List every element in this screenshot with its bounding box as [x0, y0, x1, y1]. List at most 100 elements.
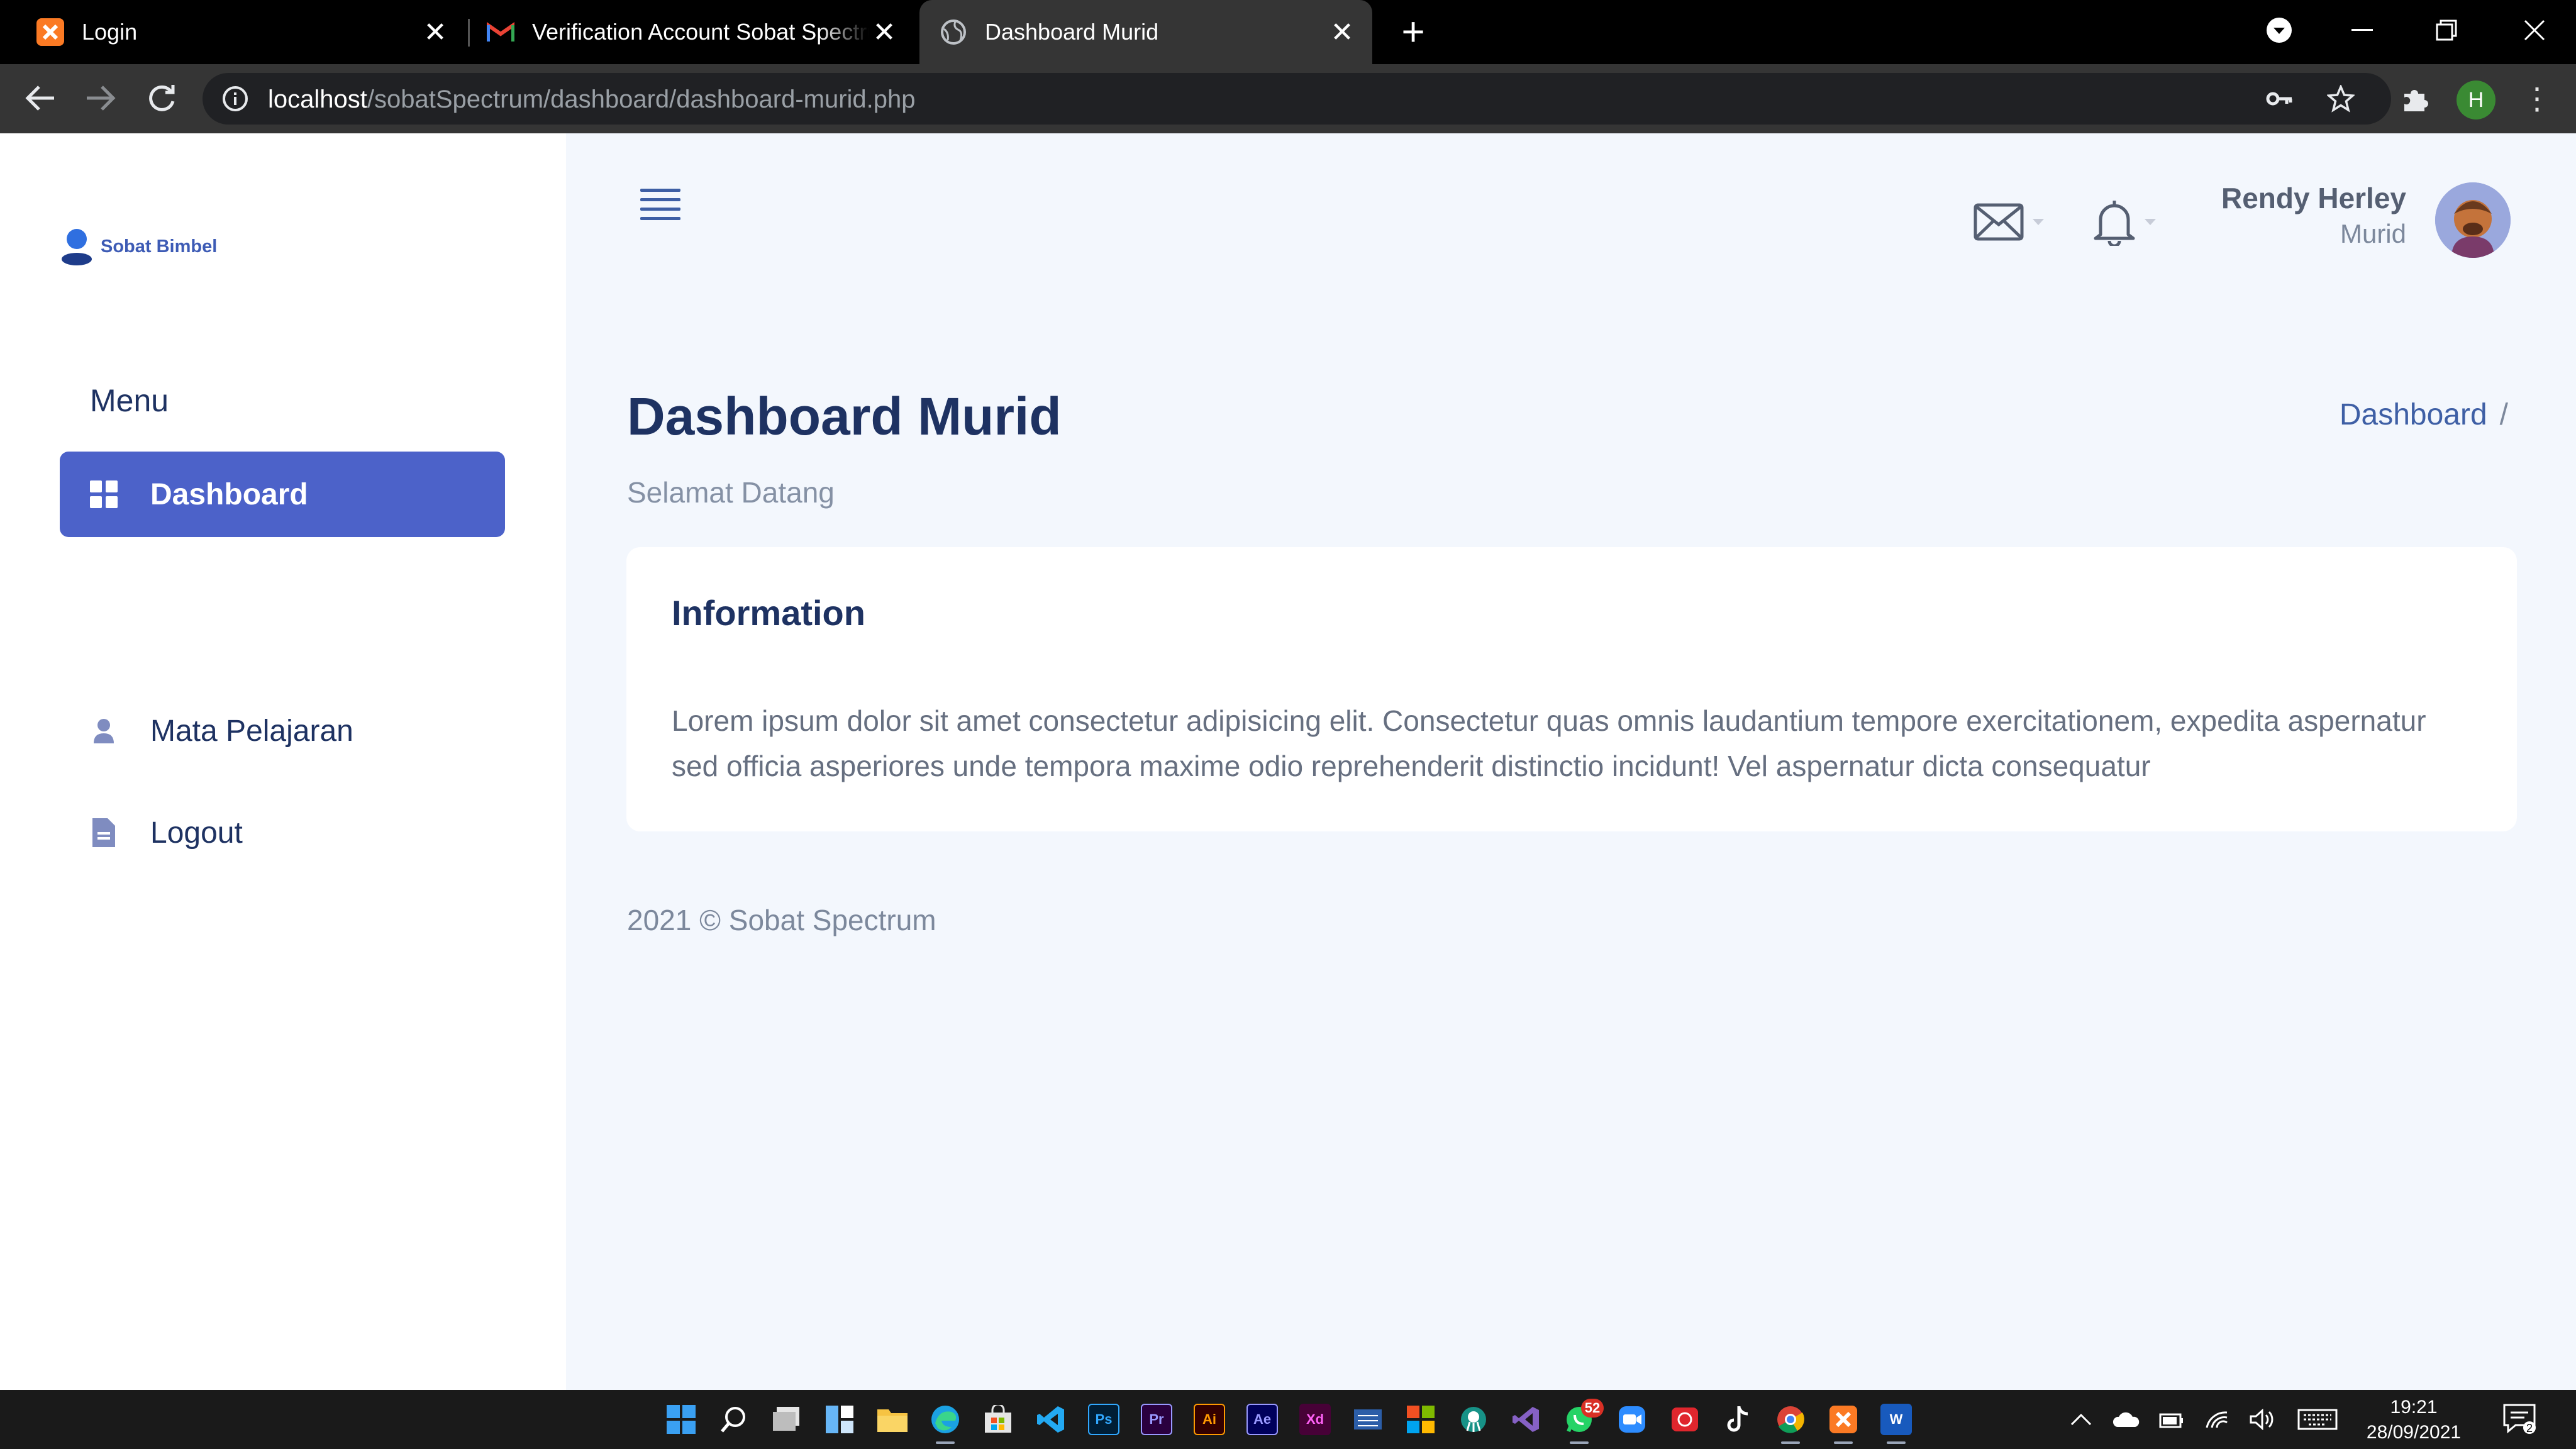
gmail-icon: [487, 18, 514, 46]
sidebar-item-mata-pelajaran[interactable]: Mata Pelajaran: [60, 688, 505, 774]
tab-title: Login: [82, 19, 138, 45]
whatsapp-icon[interactable]: 52: [1563, 1399, 1604, 1444]
visual-studio-icon[interactable]: [1511, 1404, 1542, 1435]
globe-icon: [940, 18, 967, 46]
breadcrumb-link[interactable]: Dashboard: [2340, 398, 2487, 431]
reload-icon[interactable]: [142, 78, 182, 118]
page-subtitle: Selamat Datang: [627, 476, 835, 509]
profile-avatar[interactable]: H: [2457, 80, 2496, 119]
photoshop-icon[interactable]: Ps: [1088, 1404, 1119, 1435]
tab-verification[interactable]: Verification Account Sobat Spectrum ✕: [470, 0, 914, 64]
browser-tab-strip: Login ✕ Verification Account Sobat Spect…: [0, 0, 2576, 64]
logo-person-icon: [60, 228, 93, 265]
premiere-icon[interactable]: Pr: [1141, 1404, 1172, 1435]
user-icon: [89, 716, 119, 746]
tab-search-icon[interactable]: [2241, 0, 2317, 60]
after-effects-icon[interactable]: Ae: [1246, 1404, 1278, 1435]
chevron-down-icon: [2145, 219, 2156, 225]
close-window-icon[interactable]: [2497, 0, 2572, 60]
taskbar: Ps Pr Ai Ae Xd 52 W 19:21 28/09/2021 2: [0, 1390, 2576, 1449]
mail-icon: [1974, 203, 2024, 241]
brand-logo[interactable]: Sobat Bimbel: [60, 228, 217, 265]
search-icon[interactable]: [718, 1404, 750, 1435]
sidebar-item-dashboard[interactable]: Dashboard: [60, 452, 505, 537]
breadcrumb-separator: /: [2499, 398, 2508, 431]
menu-heading: Menu: [90, 383, 169, 418]
windows-start-icon[interactable]: [665, 1404, 697, 1435]
tiktok-icon[interactable]: [1722, 1404, 1753, 1435]
close-icon[interactable]: ✕: [420, 17, 450, 48]
word-icon[interactable]: W: [1880, 1404, 1912, 1444]
menu-icon[interactable]: [640, 189, 680, 224]
notifications-dropdown[interactable]: [2093, 194, 2156, 250]
onedrive-icon[interactable]: [2111, 1404, 2142, 1435]
screen-recorder-icon[interactable]: [1669, 1404, 1701, 1435]
main-content: Rendy Herley Murid Dashboard Murid Selam…: [566, 133, 2576, 1390]
close-icon[interactable]: ✕: [869, 17, 899, 48]
breadcrumb: Dashboard /: [2340, 397, 2508, 432]
bell-icon: [2094, 201, 2135, 246]
speaker-icon[interactable]: [2246, 1404, 2278, 1435]
user-role: Murid: [2340, 219, 2406, 248]
tab-separator: [468, 19, 470, 47]
task-view-icon[interactable]: [771, 1404, 802, 1435]
footer-text: 2021 © Sobat Spectrum: [627, 904, 936, 936]
edge-browser-icon[interactable]: [930, 1404, 961, 1444]
url-text[interactable]: localhost/sobatSpectrum/dashboard/dashbo…: [268, 86, 916, 114]
sidebar-item-label: Mata Pelajaran: [150, 714, 353, 748]
tab-login[interactable]: Login ✕: [0, 0, 465, 64]
file-explorer-icon[interactable]: [877, 1404, 908, 1435]
zoom-icon[interactable]: [1616, 1404, 1648, 1435]
user-name[interactable]: Rendy Herley: [2221, 181, 2406, 215]
tab-title: Dashboard Murid: [985, 19, 1159, 45]
clock-date: 28/09/2021: [2366, 1422, 2462, 1443]
xampp-icon: [36, 18, 64, 46]
chevron-down-icon: [2033, 219, 2044, 225]
address-bar[interactable]: localhost/sobatSpectrum/dashboard/dashbo…: [203, 73, 2391, 125]
sidebar-item-label: Dashboard: [150, 477, 308, 511]
vscode-icon[interactable]: [1035, 1404, 1067, 1435]
sidebar-item-logout[interactable]: Logout: [60, 790, 505, 875]
illustrator-icon[interactable]: Ai: [1194, 1404, 1225, 1435]
battery-icon[interactable]: [2156, 1404, 2187, 1435]
chevron-up-icon[interactable]: [2065, 1404, 2097, 1435]
new-tab-button[interactable]: +: [1395, 11, 1431, 52]
sidebar: Sobat Bimbel Menu Dashboard Mata Pelajar…: [0, 133, 566, 1390]
browser-menu-icon[interactable]: ⋮: [2522, 79, 2552, 119]
minimize-icon[interactable]: [2324, 0, 2400, 60]
browser-toolbar: localhost/sobatSpectrum/dashboard/dashbo…: [0, 64, 2576, 133]
gitkraken-icon[interactable]: [1458, 1404, 1489, 1435]
page-title: Dashboard Murid: [627, 387, 1062, 446]
notification-badge: 52: [1581, 1399, 1604, 1418]
star-icon[interactable]: [2326, 84, 2356, 113]
grid-icon: [89, 479, 119, 509]
chrome-icon[interactable]: [1775, 1404, 1806, 1444]
card-title: Information: [672, 593, 865, 633]
notification-count: 2: [2526, 1422, 2533, 1434]
office-app-icon[interactable]: [1405, 1404, 1436, 1435]
tab-dashboard-murid[interactable]: Dashboard Murid ✕: [919, 0, 1372, 64]
information-card: Information Lorem ipsum dolor sit amet c…: [626, 547, 2517, 831]
close-icon[interactable]: ✕: [1327, 17, 1357, 48]
sidebar-item-label: Logout: [150, 816, 243, 850]
xampp-icon[interactable]: [1828, 1404, 1859, 1444]
keyboard-icon[interactable]: [2296, 1404, 2340, 1435]
site-info-icon[interactable]: [221, 85, 249, 113]
key-icon[interactable]: [2265, 85, 2293, 113]
messages-dropdown[interactable]: [1974, 194, 2044, 250]
wifi-icon[interactable]: [2201, 1404, 2233, 1435]
avatar[interactable]: [2435, 182, 2511, 258]
extensions-icon[interactable]: [2395, 79, 2435, 119]
forward-icon[interactable]: [80, 78, 121, 118]
restore-icon[interactable]: [2409, 0, 2484, 60]
system-clock[interactable]: 19:21 28/09/2021: [2357, 1395, 2470, 1445]
sql-tool-icon[interactable]: [1352, 1404, 1384, 1435]
back-icon[interactable]: [20, 78, 60, 118]
clock-time: 19:21: [2390, 1397, 2438, 1418]
notification-center-icon[interactable]: 2: [2501, 1400, 2538, 1438]
brand-name: Sobat Bimbel: [101, 236, 218, 257]
store-icon[interactable]: [982, 1404, 1014, 1435]
widgets-icon[interactable]: [824, 1404, 855, 1435]
xd-icon[interactable]: Xd: [1299, 1404, 1331, 1435]
web-page: Sobat Bimbel Menu Dashboard Mata Pelajar…: [0, 133, 2576, 1390]
